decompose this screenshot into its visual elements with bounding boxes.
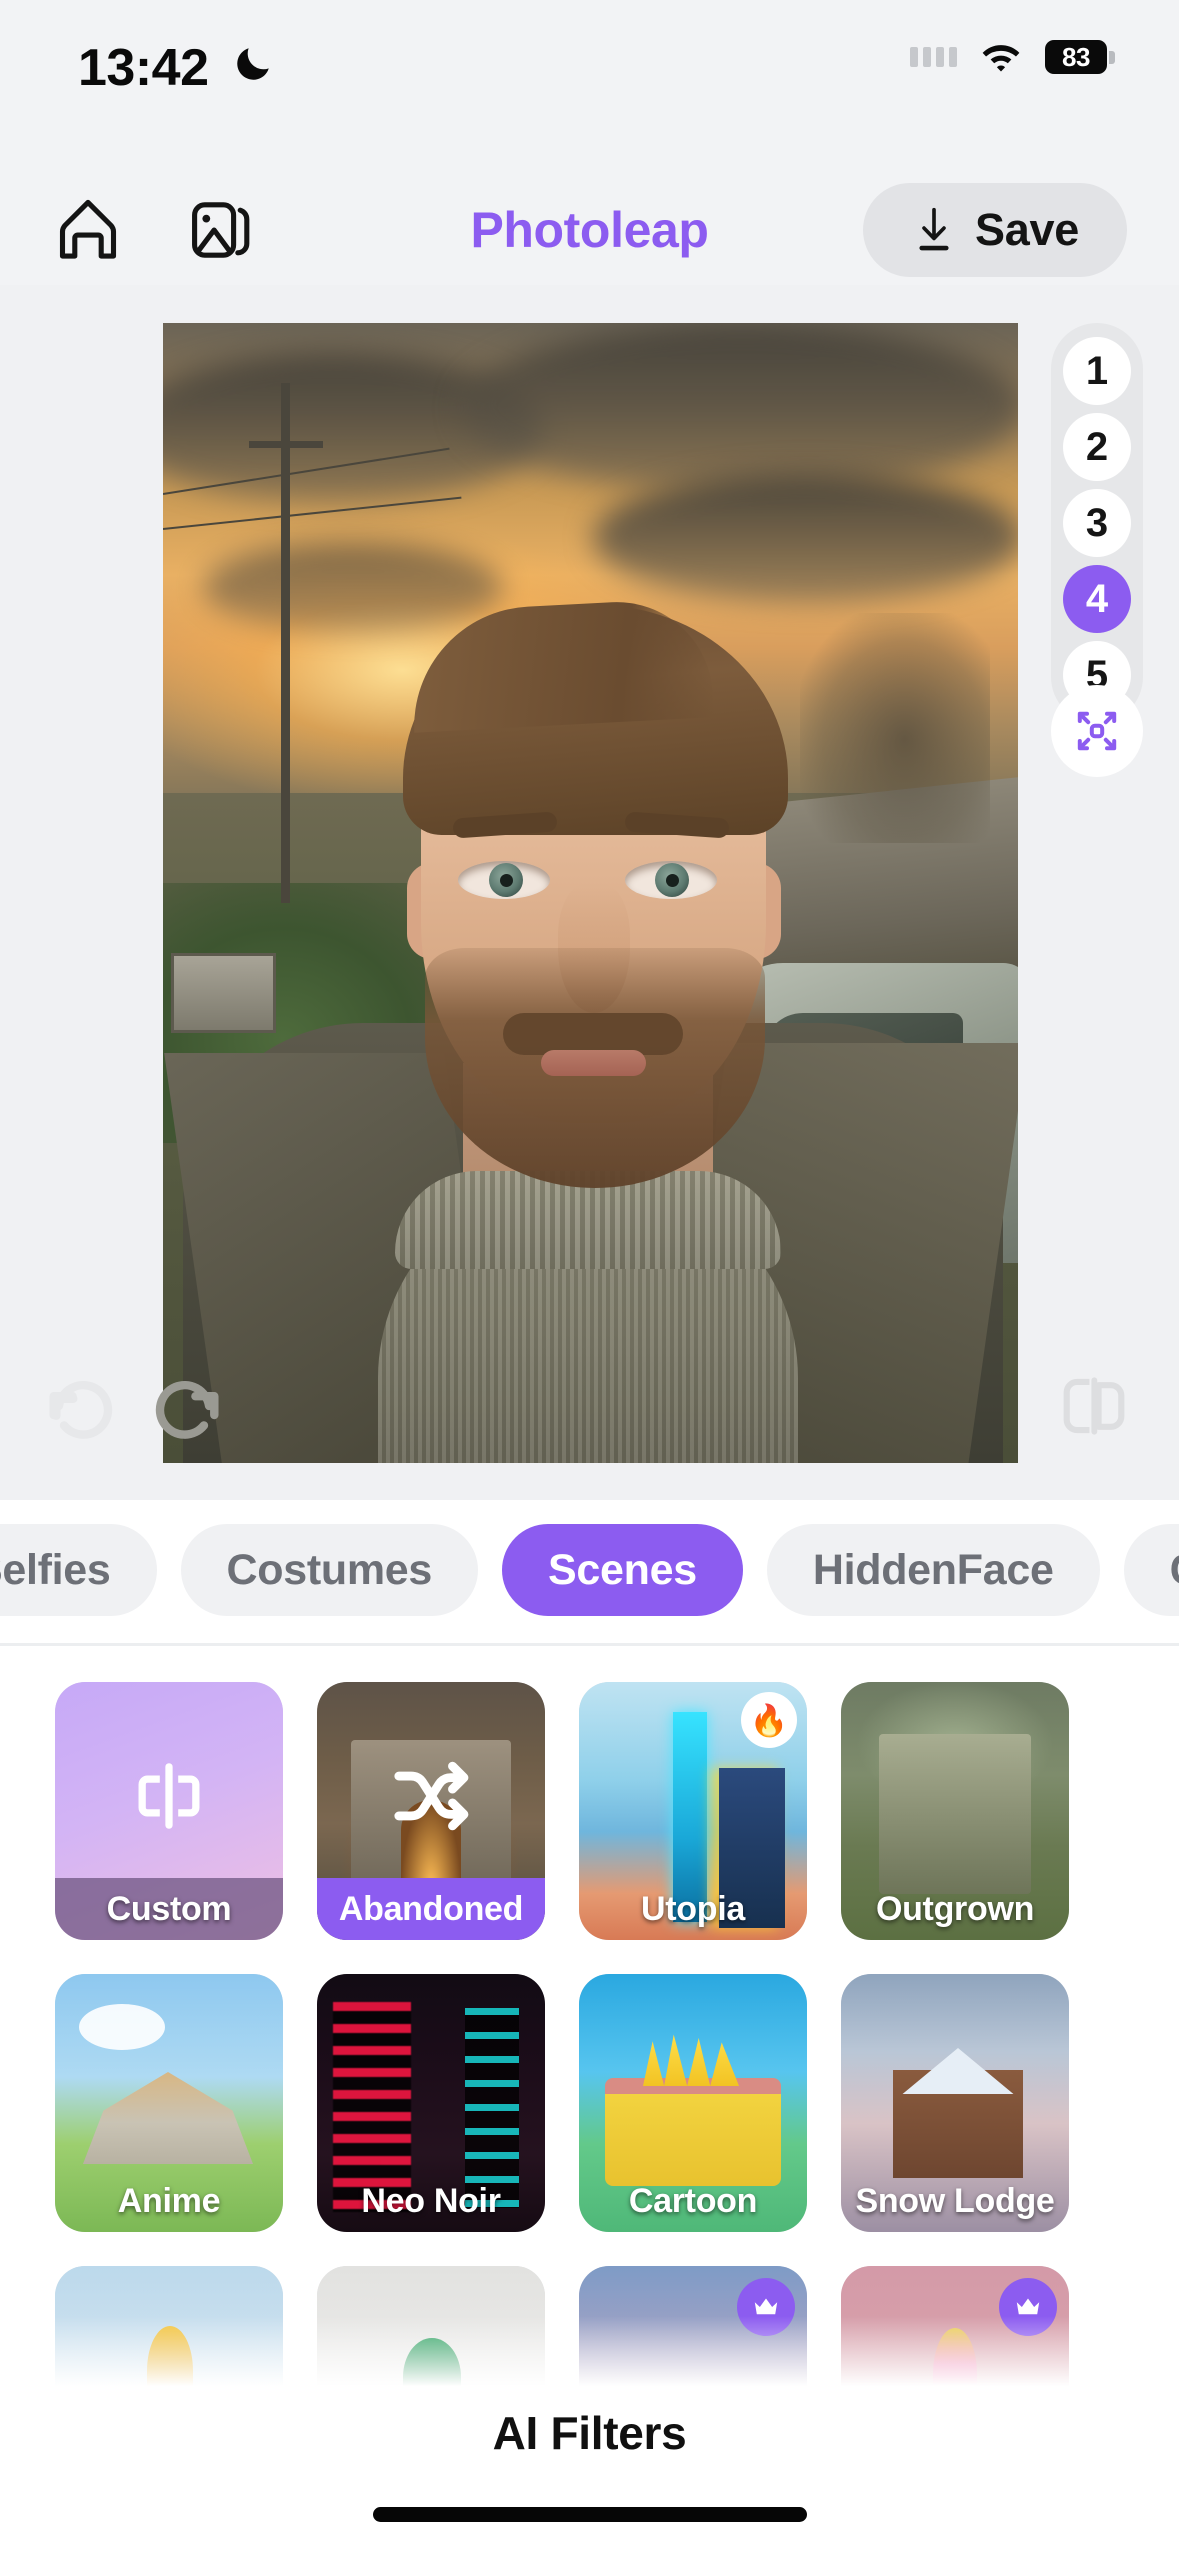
section-label: AI Filters (492, 2407, 687, 2459)
redo-button[interactable] (148, 1365, 226, 1443)
filter-tile-custom[interactable]: Custom (55, 1682, 283, 1940)
status-bar: 13:42 83 (0, 0, 1179, 175)
undo-button[interactable] (42, 1365, 120, 1443)
tile-label: Abandoned (317, 1878, 545, 1940)
tile-label: Snow Lodge (855, 2181, 1055, 2220)
tab-selfies[interactable]: Selfies (0, 1524, 157, 1616)
filter-tile-row3-1[interactable] (55, 2266, 283, 2406)
layer-chip-1[interactable]: 1 (1063, 337, 1131, 405)
photoleap-app-screen: 13:42 83 Photoleap Save 1 2 3 4 5 elfies… (0, 0, 1179, 2556)
category-tab-strip[interactable]: Selfies Costumes Scenes HiddenFace Carto… (0, 1500, 1179, 1640)
tile-label: Outgrown (875, 1889, 1035, 1928)
tab-scenes[interactable]: Scenes (502, 1524, 743, 1616)
text-cursor-icon (138, 1762, 200, 1829)
tile-label: Cartoon (628, 2181, 758, 2220)
wifi-icon (982, 45, 1020, 72)
filter-tile-abandoned[interactable]: Abandoned (317, 1682, 545, 1940)
app-header: Photoleap Save (0, 175, 1179, 285)
subject-pupil (666, 874, 679, 887)
editor-canvas: 1 2 3 4 5 (0, 285, 1179, 1500)
crown-badge-icon (737, 2278, 795, 2336)
tile-artwork (55, 2266, 283, 2406)
compare-button[interactable] (1055, 1367, 1133, 1445)
subject-lips (541, 1050, 646, 1076)
expand-icon (1077, 711, 1117, 751)
filter-tile-anime[interactable]: Anime (55, 1974, 283, 2232)
filter-tile-row3-4[interactable] (841, 2266, 1069, 2406)
battery-icon: 83 (1045, 40, 1115, 74)
subject-pupil (500, 874, 513, 887)
shuffle-icon (394, 1761, 469, 1830)
crescent-moon-icon (237, 48, 269, 80)
home-indicator[interactable] (372, 2507, 807, 2522)
tab-cartoon[interactable]: Cartoon (1123, 1524, 1179, 1616)
signal-dots-icon (910, 47, 957, 67)
battery-level: 83 (1062, 41, 1090, 72)
layer-selector: 1 2 3 4 5 (1051, 323, 1143, 723)
filter-tile-outgrown[interactable]: Outgrown (841, 1682, 1069, 1940)
subject-mustache (503, 1013, 683, 1055)
tile-label: Neo Noir (361, 2181, 501, 2220)
filter-grid: Custom Abandoned 🔥 Utopia Outgrown Anime… (55, 1682, 1069, 2406)
tile-artwork (317, 2266, 545, 2406)
tab-costumes[interactable]: Costumes (180, 1524, 479, 1616)
crown-badge-icon (999, 2278, 1057, 2336)
filter-tile-utopia[interactable]: 🔥 Utopia (579, 1682, 807, 1940)
filter-tile-row3-3[interactable] (579, 2266, 807, 2406)
edited-photo[interactable] (163, 323, 1018, 1463)
tile-label: Utopia (641, 1889, 745, 1928)
save-button[interactable]: Save (863, 183, 1127, 277)
crown-icon (1016, 2298, 1040, 2315)
expand-button[interactable] (1051, 685, 1143, 777)
filter-tile-neo-noir[interactable]: Neo Noir (317, 1974, 545, 2232)
fire-badge-icon: 🔥 (741, 1692, 797, 1748)
filter-tile-snow-lodge[interactable]: Snow Lodge (841, 1974, 1069, 2232)
save-button-label: Save (975, 204, 1079, 255)
status-icons: 83 (910, 40, 1115, 74)
crown-icon (754, 2298, 778, 2315)
subject-hair-sweep (408, 597, 714, 733)
layer-chip-4[interactable]: 4 (1063, 565, 1131, 633)
layer-chip-2[interactable]: 2 (1063, 413, 1131, 481)
filter-tile-cartoon[interactable]: Cartoon (579, 1974, 807, 2232)
download-icon (919, 207, 949, 251)
tab-hiddenface[interactable]: HiddenFace (766, 1524, 1100, 1616)
filter-grid-area[interactable]: Custom Abandoned 🔥 Utopia Outgrown Anime… (0, 1646, 1179, 2406)
tile-label: Custom (55, 1878, 283, 1940)
tile-label: Anime (117, 2181, 221, 2220)
status-time: 13:42 (78, 39, 209, 97)
layer-chip-3[interactable]: 3 (1063, 489, 1131, 557)
filter-tile-row3-2[interactable] (317, 2266, 545, 2406)
photo-subject (163, 323, 1018, 1463)
